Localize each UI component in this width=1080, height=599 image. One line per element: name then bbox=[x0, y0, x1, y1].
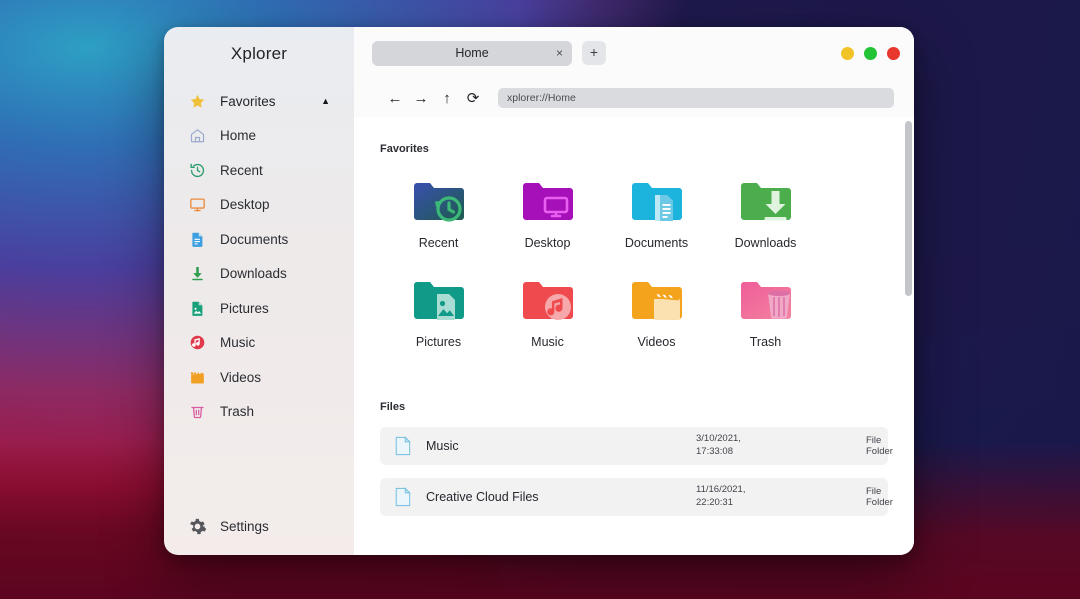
main-pane: Home × + ← → ↑ ⟳ Favorites bbox=[354, 27, 914, 555]
file-name: Music bbox=[426, 439, 696, 453]
window-controls bbox=[841, 47, 900, 60]
sidebar-item-recent[interactable]: Recent bbox=[164, 153, 354, 188]
file-name: Creative Cloud Files bbox=[426, 490, 696, 504]
trash-icon bbox=[186, 402, 208, 422]
folder-recent-icon bbox=[411, 177, 467, 230]
sidebar-item-home[interactable]: Home bbox=[164, 119, 354, 154]
close-icon[interactable]: × bbox=[556, 47, 563, 59]
settings-label: Settings bbox=[220, 519, 269, 534]
folder-label: Videos bbox=[638, 335, 676, 349]
folder-downloads-icon bbox=[738, 177, 794, 230]
folder-label: Downloads bbox=[735, 236, 797, 250]
folder-pictures-icon bbox=[411, 276, 467, 329]
sidebar: Xplorer Favorites ▲ Home bbox=[164, 27, 354, 555]
content-area: Favorites bbox=[354, 117, 914, 555]
sidebar-item-videos[interactable]: Videos bbox=[164, 360, 354, 395]
folder-documents[interactable]: Documents bbox=[602, 177, 711, 250]
table-row[interactable]: Music 3/10/2021, 17:33:08 File Folder bbox=[380, 427, 888, 465]
file-date: 11/16/2021, 22:20:31 bbox=[696, 484, 866, 509]
music-icon bbox=[186, 333, 208, 353]
new-tab-button[interactable]: + bbox=[582, 41, 606, 65]
file-type: File Folder bbox=[866, 435, 893, 457]
files-list: Music 3/10/2021, 17:33:08 File Folder Cr… bbox=[380, 427, 888, 516]
address-input[interactable] bbox=[498, 88, 894, 108]
star-icon bbox=[186, 91, 208, 111]
sidebar-item-label: Desktop bbox=[220, 197, 270, 212]
back-button[interactable]: ← bbox=[382, 85, 408, 111]
folder-label: Desktop bbox=[525, 236, 571, 250]
folder-label: Recent bbox=[419, 236, 459, 250]
file-date: 3/10/2021, 17:33:08 bbox=[696, 433, 866, 458]
sidebar-item-label: Downloads bbox=[220, 266, 287, 281]
sidebar-item-label: Trash bbox=[220, 404, 254, 419]
chevron-up-icon[interactable]: ▲ bbox=[321, 97, 330, 106]
sidebar-item-label: Home bbox=[220, 128, 256, 143]
forward-button[interactable]: → bbox=[408, 85, 434, 111]
tab-label: Home bbox=[455, 46, 488, 60]
folder-trash[interactable]: Trash bbox=[711, 276, 820, 349]
sidebar-group-label: Favorites bbox=[220, 94, 276, 109]
file-icon bbox=[392, 436, 414, 456]
folder-music[interactable]: Music bbox=[493, 276, 602, 349]
sidebar-item-music[interactable]: Music bbox=[164, 326, 354, 361]
refresh-button[interactable]: ⟳ bbox=[460, 85, 486, 111]
sidebar-item-label: Documents bbox=[220, 232, 288, 247]
close-window-button[interactable] bbox=[887, 47, 900, 60]
minimize-button[interactable] bbox=[841, 47, 854, 60]
sidebar-item-trash[interactable]: Trash bbox=[164, 395, 354, 430]
folder-trash-icon bbox=[738, 276, 794, 329]
sidebar-item-label: Recent bbox=[220, 163, 263, 178]
desktop-wallpaper: Xplorer Favorites ▲ Home bbox=[0, 0, 1080, 599]
folder-videos[interactable]: Videos bbox=[602, 276, 711, 349]
monitor-icon bbox=[186, 195, 208, 215]
gear-icon bbox=[186, 517, 208, 536]
folder-recent[interactable]: Recent bbox=[384, 177, 493, 250]
folder-desktop[interactable]: Desktop bbox=[493, 177, 602, 250]
folder-desktop-icon bbox=[520, 177, 576, 230]
home-icon bbox=[186, 126, 208, 146]
favorites-heading: Favorites bbox=[380, 143, 888, 155]
app-title: Xplorer bbox=[164, 27, 354, 84]
table-row[interactable]: Creative Cloud Files 11/16/2021, 22:20:3… bbox=[380, 478, 888, 516]
tab-bar: Home × + bbox=[354, 27, 914, 79]
folder-pictures[interactable]: Pictures bbox=[384, 276, 493, 349]
scrollbar-thumb[interactable] bbox=[905, 121, 912, 296]
folder-music-icon bbox=[520, 276, 576, 329]
maximize-button[interactable] bbox=[864, 47, 877, 60]
folder-label: Documents bbox=[625, 236, 688, 250]
folder-videos-icon bbox=[629, 276, 685, 329]
sidebar-item-label: Music bbox=[220, 335, 255, 350]
sidebar-item-label: Videos bbox=[220, 370, 261, 385]
xplorer-window: Xplorer Favorites ▲ Home bbox=[164, 27, 914, 555]
sidebar-item-settings[interactable]: Settings bbox=[164, 503, 354, 549]
file-icon bbox=[392, 487, 414, 507]
clock-icon bbox=[186, 160, 208, 180]
files-heading: Files bbox=[380, 401, 888, 413]
folder-label: Pictures bbox=[416, 335, 461, 349]
download-icon bbox=[186, 264, 208, 284]
sidebar-item-documents[interactable]: Documents bbox=[164, 222, 354, 257]
scrollbar[interactable] bbox=[905, 117, 912, 555]
image-icon bbox=[186, 298, 208, 318]
favorites-grid: Recent bbox=[380, 177, 888, 375]
navigation-toolbar: ← → ↑ ⟳ bbox=[354, 79, 914, 117]
sidebar-item-downloads[interactable]: Downloads bbox=[164, 257, 354, 292]
clapperboard-icon bbox=[186, 367, 208, 387]
file-type: File Folder bbox=[866, 486, 893, 508]
folder-documents-icon bbox=[629, 177, 685, 230]
sidebar-nav: Favorites ▲ Home Recent bbox=[164, 84, 354, 503]
sidebar-group-favorites[interactable]: Favorites ▲ bbox=[164, 84, 354, 119]
up-button[interactable]: ↑ bbox=[434, 85, 460, 111]
folder-label: Trash bbox=[750, 335, 782, 349]
folder-downloads[interactable]: Downloads bbox=[711, 177, 820, 250]
folder-label: Music bbox=[531, 335, 564, 349]
document-icon bbox=[186, 229, 208, 249]
tab-home[interactable]: Home × bbox=[372, 41, 572, 66]
sidebar-item-desktop[interactable]: Desktop bbox=[164, 188, 354, 223]
sidebar-item-label: Pictures bbox=[220, 301, 269, 316]
sidebar-item-pictures[interactable]: Pictures bbox=[164, 291, 354, 326]
